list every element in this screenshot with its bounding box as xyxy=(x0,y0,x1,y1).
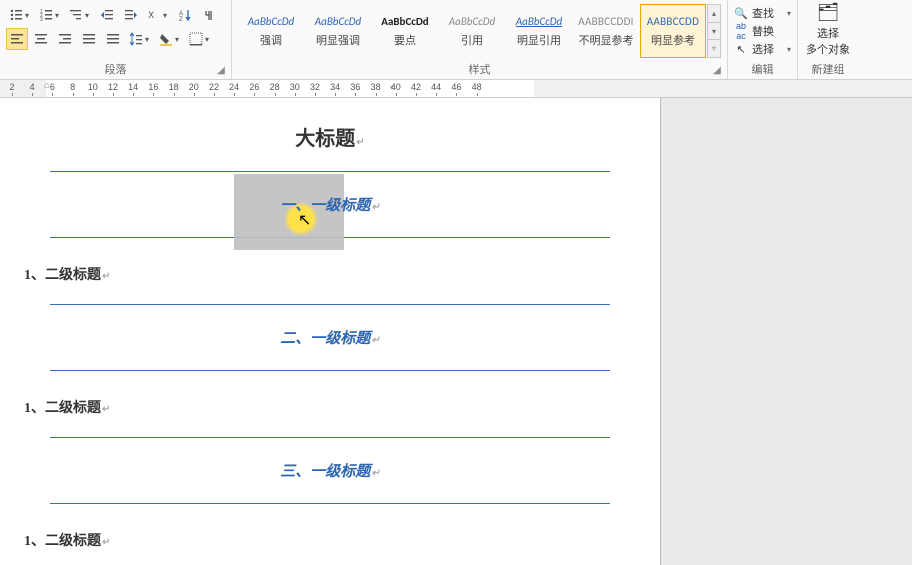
increase-indent-button[interactable] xyxy=(120,4,142,26)
find-icon: 🔍 xyxy=(734,7,748,20)
ruler-tick: 20 xyxy=(187,82,201,92)
ruler-tick: 16 xyxy=(146,82,160,92)
workspace: ↖ 大标题↵ 一、一级标题↵ 1、二级标题↵ 二、一级标题↵ xyxy=(0,98,912,565)
select-icon: ↖ xyxy=(734,43,748,56)
borders-button[interactable]: ▾ xyxy=(186,28,214,50)
paragraph-launcher-icon[interactable]: ◢ xyxy=(215,65,227,77)
ruler-tick: 30 xyxy=(288,82,302,92)
styles-gallery-more[interactable]: ▴▾▿ xyxy=(707,4,721,58)
select-button[interactable]: ↖ 选择▾ xyxy=(734,40,791,58)
ruler-tick: 38 xyxy=(369,82,383,92)
ruler-tick: 42 xyxy=(409,82,423,92)
ruler-tick: 12 xyxy=(106,82,120,92)
justify-button[interactable] xyxy=(78,28,100,50)
ruler-tick: 26 xyxy=(247,82,261,92)
style-item-5[interactable]: AABBCCDDI不明显参考 xyxy=(573,4,639,58)
ruler-tick: 44 xyxy=(429,82,443,92)
ruler-tick: 2 xyxy=(5,82,19,92)
heading2-b: 1、二级标题↵ xyxy=(24,397,636,417)
style-item-3[interactable]: AaBbCcDd引用 xyxy=(439,4,505,58)
align-right-button[interactable] xyxy=(54,28,76,50)
ruler-tick: 10 xyxy=(86,82,100,92)
workspace-gutter xyxy=(660,98,912,565)
heading2-a: 1、二级标题↵ xyxy=(24,264,636,284)
sort-button[interactable]: AZ xyxy=(174,4,196,26)
ruler-tick: 46 xyxy=(449,82,463,92)
ruler-tick: 34 xyxy=(328,82,342,92)
heading1-b: 二、一级标题↵ xyxy=(50,305,610,370)
ruler-tick: 36 xyxy=(348,82,362,92)
ruler-tick: 32 xyxy=(308,82,322,92)
paragraph-group: ▾ 123▾ ▾ Ⅹ▾ AZ xyxy=(0,0,232,79)
align-center-button[interactable] xyxy=(30,28,52,50)
new-group: 🗂 选择 多个对象 新建组 xyxy=(798,0,858,79)
doc-title: 大标题↵ xyxy=(24,122,636,151)
multilevel-button[interactable]: ▾ xyxy=(66,4,94,26)
ruler-tick: 4 xyxy=(25,82,39,92)
ruler-tick: 28 xyxy=(268,82,282,92)
replace-button[interactable]: abac 替换 xyxy=(734,22,791,40)
editing-group: 🔍 查找▾ abac 替换 ↖ 选择▾ 编辑 xyxy=(728,0,798,79)
numbering-button[interactable]: 123▾ xyxy=(36,4,64,26)
show-marks-button[interactable] xyxy=(198,4,220,26)
ruler-tick: 6 xyxy=(45,82,59,92)
heading2-c: 1、二级标题↵ xyxy=(24,530,636,550)
style-item-0[interactable]: AaBbCcDd强调 xyxy=(238,4,304,58)
bullets-button[interactable]: ▾ xyxy=(6,4,34,26)
line-spacing-button[interactable]: ▾ xyxy=(126,28,154,50)
decrease-indent-button[interactable] xyxy=(96,4,118,26)
asian-layout-button[interactable]: Ⅹ▾ xyxy=(144,4,172,26)
styles-group: AaBbCcDd强调AaBbCcDd明显强调AaBbCcDd要点AaBbCcDd… xyxy=(232,0,728,79)
svg-text:Ⅹ: Ⅹ xyxy=(148,10,154,20)
paragraph-group-label: 段落 ◢ xyxy=(0,61,231,77)
find-button[interactable]: 🔍 查找▾ xyxy=(734,4,791,22)
ruler-tick: 14 xyxy=(126,82,140,92)
ruler-tick: 40 xyxy=(389,82,403,92)
horizontal-ruler[interactable]: ⌂ ⌄ 246810121416182022242628303234363840… xyxy=(0,80,912,98)
svg-text:Z: Z xyxy=(179,17,183,22)
select-multiple-objects-button[interactable]: 🗂 选择 多个对象 xyxy=(804,2,852,56)
ribbon: ▾ 123▾ ▾ Ⅹ▾ AZ xyxy=(0,0,912,80)
replace-icon: abac xyxy=(734,21,748,41)
objects-icon: 🗂 xyxy=(817,2,840,23)
heading1-c: 三、一级标题↵ xyxy=(50,438,610,503)
ruler-tick: 24 xyxy=(227,82,241,92)
style-item-2[interactable]: AaBbCcDd要点 xyxy=(372,4,438,58)
style-item-4[interactable]: AaBbCcDd明显引用 xyxy=(506,4,572,58)
ruler-tick: 48 xyxy=(470,82,484,92)
styles-gallery: AaBbCcDd强调AaBbCcDd明显强调AaBbCcDd要点AaBbCcDd… xyxy=(238,2,721,58)
heading1-a: 一、一级标题↵ xyxy=(50,172,610,237)
ruler-tick: 18 xyxy=(167,82,181,92)
styles-launcher-icon[interactable]: ◢ xyxy=(711,65,723,77)
shading-button[interactable]: ▾ xyxy=(156,28,184,50)
style-item-1[interactable]: AaBbCcDd明显强调 xyxy=(305,4,371,58)
align-left-button[interactable] xyxy=(6,28,28,50)
editing-group-label: 编辑 xyxy=(728,61,797,77)
document-page[interactable]: ↖ 大标题↵ 一、一级标题↵ 1、二级标题↵ 二、一级标题↵ xyxy=(0,98,660,565)
new-group-label: 新建组 xyxy=(798,61,858,77)
svg-text:3: 3 xyxy=(40,17,43,22)
style-item-6[interactable]: AABBCCDD明显参考 xyxy=(640,4,706,58)
ruler-tick: 22 xyxy=(207,82,221,92)
distribute-button[interactable] xyxy=(102,28,124,50)
ruler-tick: 8 xyxy=(66,82,80,92)
styles-group-label: 样式 ◢ xyxy=(232,61,727,77)
